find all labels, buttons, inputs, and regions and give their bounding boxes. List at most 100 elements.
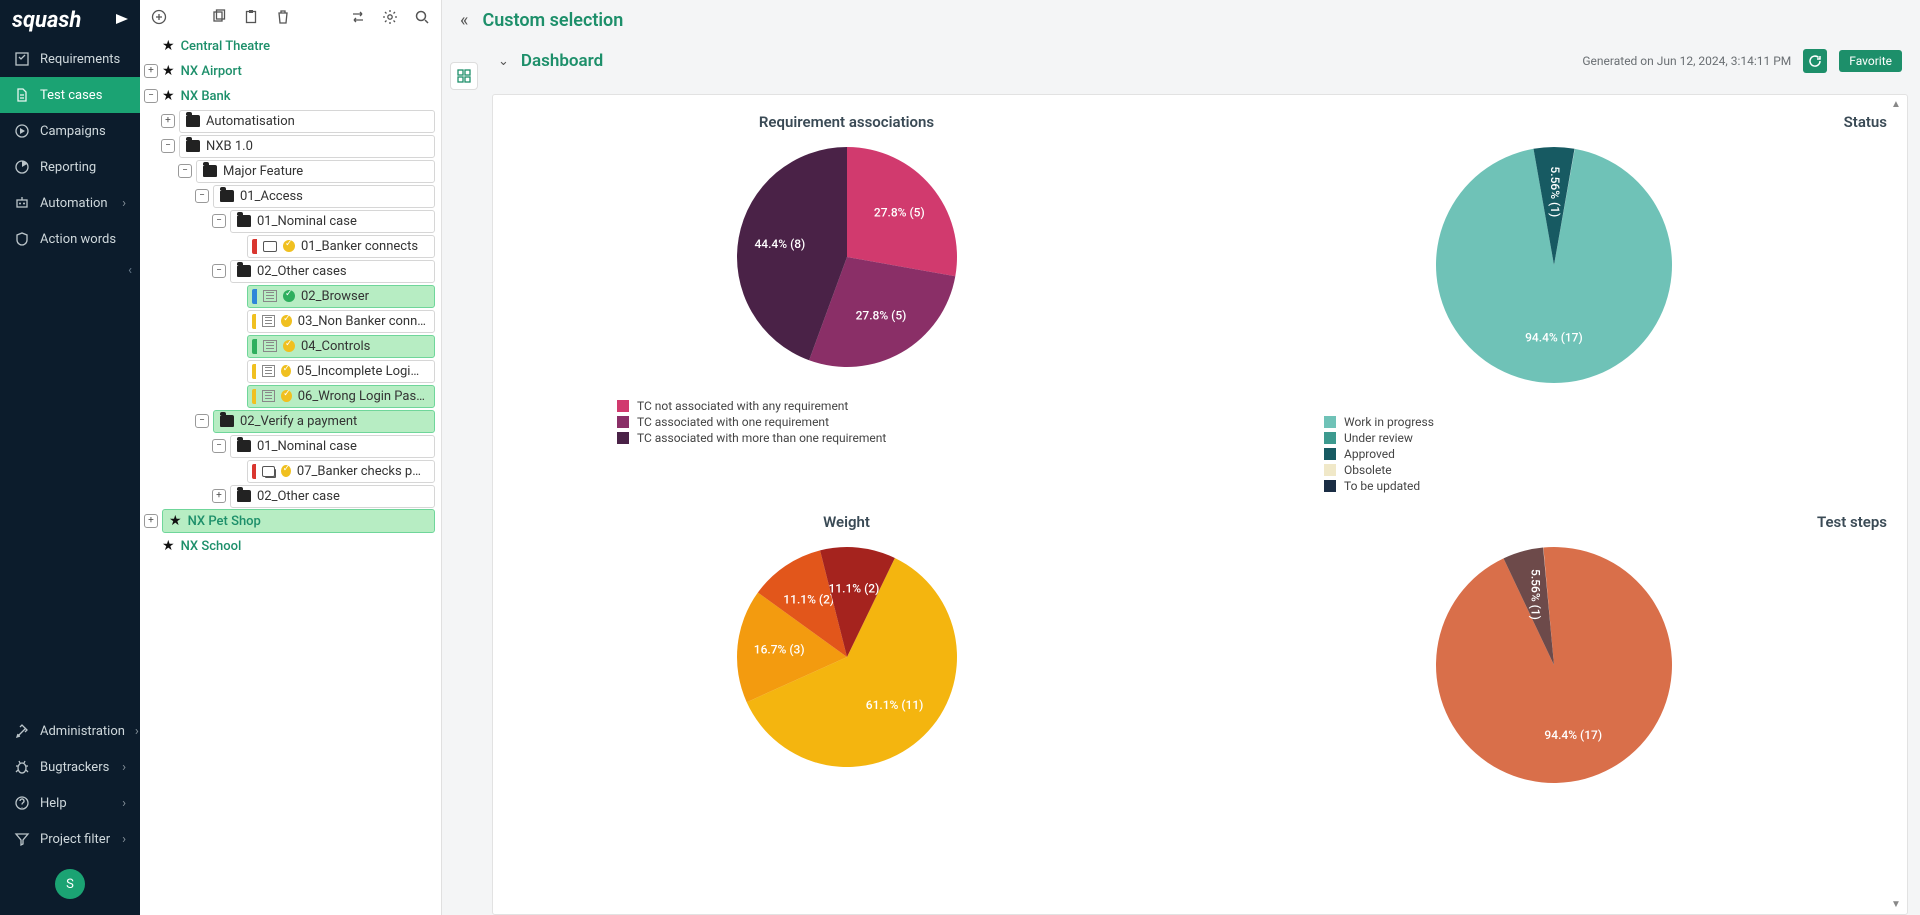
- expand-icon[interactable]: +: [161, 114, 175, 128]
- script-icon: [262, 365, 274, 377]
- tree-node[interactable]: +Automatisation: [140, 109, 435, 133]
- tree-node[interactable]: ★NX School: [140, 534, 435, 558]
- collapse-icon[interactable]: −: [161, 139, 175, 153]
- nav-help[interactable]: Help›: [0, 785, 140, 821]
- expand-icon[interactable]: +: [144, 64, 158, 78]
- svg-text:44.4% (8): 44.4% (8): [754, 237, 805, 251]
- status-badge-icon: [283, 240, 295, 252]
- script-icon: [263, 340, 277, 352]
- tree-node[interactable]: 04_Controls: [140, 334, 435, 358]
- nav-requirements[interactable]: Requirements: [0, 41, 140, 77]
- status-badge-icon: [283, 290, 295, 302]
- nav-bugtrackers[interactable]: Bugtrackers›: [0, 749, 140, 785]
- svg-text:11.1% (2): 11.1% (2): [828, 581, 879, 595]
- actionwords-icon: [14, 231, 30, 247]
- status-badge-icon: [281, 365, 291, 377]
- chevron-right-icon: ›: [122, 796, 126, 811]
- tree-toolbar: [140, 0, 441, 34]
- tree-node[interactable]: +★NX Pet Shop: [140, 509, 435, 533]
- folder-icon: [203, 165, 217, 177]
- svg-text:5.56% (1): 5.56% (1): [1528, 569, 1542, 620]
- scroll-down-icon[interactable]: ▼: [1891, 899, 1905, 910]
- tree-node[interactable]: −NXB 1.0: [140, 134, 435, 158]
- delete-icon[interactable]: [274, 8, 292, 26]
- copy-icon[interactable]: [210, 8, 228, 26]
- status-badge-icon: [281, 390, 292, 402]
- add-icon[interactable]: [150, 8, 168, 26]
- tree-node[interactable]: −01_Access: [140, 184, 435, 208]
- settings-icon[interactable]: [381, 8, 399, 26]
- tree-panel: ★Central Theatre+★NX Airport−★NX Bank+Au…: [140, 0, 442, 915]
- tree-node[interactable]: +★NX Airport: [140, 59, 435, 83]
- svg-text:94.4% (17): 94.4% (17): [1525, 330, 1583, 344]
- tree-node[interactable]: −02_Verify a payment: [140, 409, 435, 433]
- svg-text:27.8% (5): 27.8% (5): [873, 205, 924, 219]
- swap-icon[interactable]: [349, 8, 367, 26]
- nav-test-cases[interactable]: Test cases: [0, 77, 140, 113]
- svg-text:61.1% (11): 61.1% (11): [865, 698, 923, 712]
- collapse-icon[interactable]: −: [195, 189, 209, 203]
- automation-icon: [14, 195, 30, 211]
- dashboard-title: Dashboard: [521, 51, 603, 71]
- tree[interactable]: ★Central Theatre+★NX Airport−★NX Bank+Au…: [140, 34, 441, 915]
- expand-icon[interactable]: +: [144, 514, 158, 528]
- tree-node[interactable]: 05_Incomplete Login Pa...: [140, 359, 435, 383]
- pie-chart: 27.8% (5)27.8% (5)44.4% (8): [617, 137, 1077, 377]
- tree-node[interactable]: 06_Wrong Login Passw...: [140, 384, 435, 408]
- collapse-icon[interactable]: −: [144, 89, 158, 103]
- expand-icon[interactable]: +: [212, 489, 226, 503]
- tree-node[interactable]: 02_Browser: [140, 284, 435, 308]
- back-icon[interactable]: «: [460, 10, 468, 31]
- tree-node[interactable]: 03_Non Banker connects: [140, 309, 435, 333]
- sidebar-collapse[interactable]: ‹: [0, 257, 140, 284]
- nav-action-words[interactable]: Action words: [0, 221, 140, 257]
- nav-automation[interactable]: Automation›: [0, 185, 140, 221]
- tree-node[interactable]: +02_Other case: [140, 484, 435, 508]
- avatar[interactable]: S: [55, 869, 85, 899]
- chevron-down-icon[interactable]: ⌄: [498, 54, 509, 69]
- tree-node[interactable]: ★Central Theatre: [140, 34, 435, 58]
- tree-node[interactable]: −01_Nominal case: [140, 434, 435, 458]
- favorite-button[interactable]: Favorite: [1839, 50, 1902, 72]
- requirements-icon: [14, 51, 30, 67]
- pie-chart: 61.1% (11)16.7% (3)11.1% (2)11.1% (2): [617, 537, 1077, 777]
- tree-node[interactable]: 01_Banker connects: [140, 234, 435, 258]
- nav-project-filter[interactable]: Project filter›: [0, 821, 140, 857]
- tree-node[interactable]: −02_Other cases: [140, 259, 435, 283]
- collapse-icon[interactable]: −: [212, 439, 226, 453]
- tree-node[interactable]: −01_Nominal case: [140, 209, 435, 233]
- scroll-up-icon[interactable]: ▲: [1891, 99, 1905, 110]
- chart-title: Test steps: [1214, 513, 1893, 531]
- chart-title: Requirement associations: [507, 113, 1186, 131]
- admin-icon: [14, 723, 30, 739]
- collapse-icon[interactable]: −: [195, 414, 209, 428]
- nav-administration[interactable]: Administration›: [0, 713, 140, 749]
- charts-panel: ▲▼ Requirement associations27.8% (5)27.8…: [492, 94, 1908, 915]
- collapse-icon[interactable]: −: [212, 214, 226, 228]
- status-badge-icon: [283, 340, 295, 352]
- chevron-right-icon: ›: [122, 760, 126, 775]
- nav-reporting[interactable]: Reporting: [0, 149, 140, 185]
- search-icon[interactable]: [413, 8, 431, 26]
- script-icon: [263, 290, 277, 302]
- paste-icon[interactable]: [242, 8, 260, 26]
- svg-text:11.1% (2): 11.1% (2): [783, 593, 834, 607]
- bug-icon: [14, 759, 30, 775]
- folder-icon: [237, 440, 251, 452]
- page-title: Custom selection: [482, 10, 623, 31]
- nav-campaigns[interactable]: Campaigns: [0, 113, 140, 149]
- star-icon: ★: [162, 63, 175, 79]
- folder-icon: [237, 215, 251, 227]
- refresh-button[interactable]: [1803, 49, 1827, 73]
- folder-icon: [220, 415, 234, 427]
- logo: squash: [0, 0, 140, 41]
- status-badge-icon: [281, 465, 291, 477]
- tree-node[interactable]: 07_Banker checks paym...: [140, 459, 435, 483]
- chevron-right-icon: ›: [135, 724, 139, 739]
- tree-node[interactable]: −Major Feature: [140, 159, 435, 183]
- panel-toggle[interactable]: [450, 62, 478, 90]
- collapse-icon[interactable]: −: [212, 264, 226, 278]
- svg-text:5.56% (1): 5.56% (1): [1547, 166, 1561, 217]
- tree-node[interactable]: −★NX Bank: [140, 84, 435, 108]
- collapse-icon[interactable]: −: [178, 164, 192, 178]
